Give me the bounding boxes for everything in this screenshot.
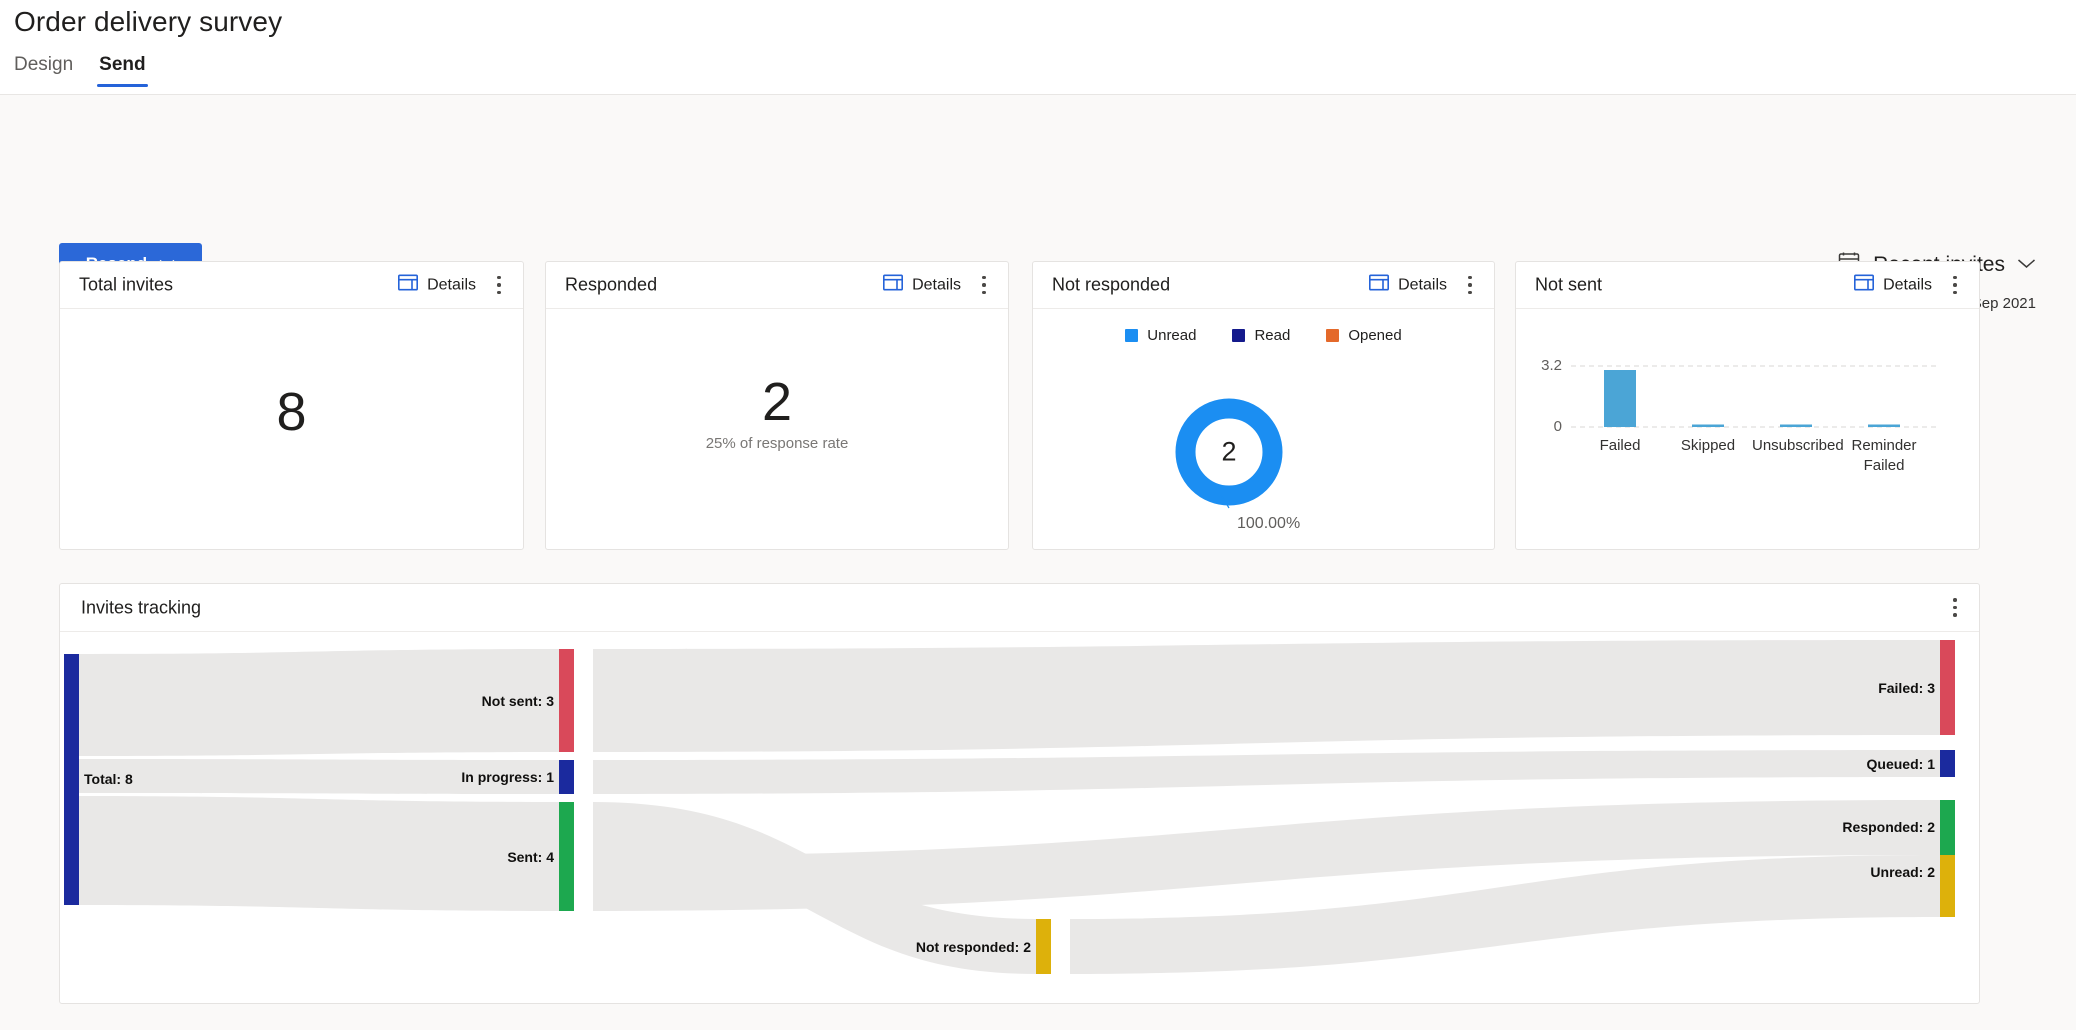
legend-label: Unread bbox=[1147, 327, 1196, 344]
tab-send[interactable]: Send bbox=[97, 52, 147, 87]
sankey-links bbox=[79, 640, 1940, 974]
sankey-node-label-in-progress: In progress: 1 bbox=[461, 769, 554, 785]
sankey-title: Invites tracking bbox=[81, 597, 201, 618]
card-title: Total invites bbox=[79, 275, 173, 296]
sankey-node-total bbox=[64, 654, 79, 905]
card-body: 2 25% of response rate bbox=[546, 309, 1008, 550]
x-label-reminder-failed: Reminder Failed bbox=[1840, 436, 1928, 476]
card-title: Responded bbox=[565, 275, 657, 296]
sankey-body: Total: 8 Not sent: 3 In progress: 1 Sent… bbox=[60, 632, 1979, 1004]
details-label: Details bbox=[1883, 276, 1932, 294]
panel-layout-icon bbox=[1369, 275, 1389, 296]
card-responded: Responded Details 2 25% of response rate bbox=[545, 261, 1009, 550]
tabstrip: Design Send bbox=[12, 52, 148, 87]
card-header: Total invites Details bbox=[60, 262, 523, 309]
link-total-sent bbox=[79, 796, 559, 911]
card-title: Not sent bbox=[1535, 275, 1602, 296]
card-header: Responded Details bbox=[546, 262, 1008, 309]
sankey-node-label-unread: Unread: 2 bbox=[1870, 864, 1935, 880]
sankey-node-label-not-sent: Not sent: 3 bbox=[482, 693, 555, 709]
bar-unsubscribed bbox=[1780, 425, 1812, 428]
not-sent-bar-chart: 3.2 0 Failed Skipped Unsubscribed Remind… bbox=[1516, 309, 1979, 550]
card-invites-tracking: Invites tracking bbox=[59, 583, 1980, 1004]
card-not-sent: Not sent Details bbox=[1515, 261, 1980, 550]
donut-legend: Unread Read Opened bbox=[1033, 327, 1494, 344]
bar-failed bbox=[1604, 370, 1636, 427]
legend-label: Read bbox=[1254, 327, 1290, 344]
card-body: 3.2 0 Failed Skipped Unsubscribed Remind… bbox=[1516, 309, 1979, 550]
sankey-node-in-progress bbox=[559, 760, 574, 794]
details-button-total-invites[interactable]: Details bbox=[398, 275, 476, 296]
responded-value: 2 bbox=[546, 375, 1008, 429]
card-title: Not responded bbox=[1052, 275, 1170, 296]
panel-layout-icon bbox=[1854, 275, 1874, 296]
more-vertical-icon[interactable] bbox=[489, 273, 509, 297]
legend-swatch bbox=[1125, 329, 1138, 342]
card-body: Unread Read Opened 2 100.00% bbox=[1033, 309, 1494, 550]
link-not-sent-failed bbox=[593, 640, 1940, 752]
sankey-node-not-responded bbox=[1036, 919, 1051, 974]
details-button-responded[interactable]: Details bbox=[883, 275, 961, 296]
x-label-failed: Failed bbox=[1576, 436, 1664, 456]
sankey-node-label-queued: Queued: 1 bbox=[1867, 756, 1936, 772]
command-bar: Resend Recent invites bbox=[0, 95, 2076, 225]
legend-label: Opened bbox=[1348, 327, 1401, 344]
card-header: Not sent Details bbox=[1516, 262, 1979, 309]
details-button-not-responded[interactable]: Details bbox=[1369, 275, 1447, 296]
legend-item-unread[interactable]: Unread bbox=[1125, 327, 1196, 344]
more-vertical-icon[interactable] bbox=[974, 273, 994, 297]
panel-layout-icon bbox=[883, 275, 903, 296]
legend-item-opened[interactable]: Opened bbox=[1326, 327, 1401, 344]
more-vertical-icon[interactable] bbox=[1945, 596, 1965, 620]
card-not-responded: Not responded Details Unread Read bbox=[1032, 261, 1495, 550]
sankey-node-label-responded: Responded: 2 bbox=[1842, 819, 1935, 835]
x-label-skipped: Skipped bbox=[1664, 436, 1752, 456]
legend-item-read[interactable]: Read bbox=[1232, 327, 1290, 344]
chevron-down-icon bbox=[2017, 256, 2036, 274]
total-invites-value: 8 bbox=[60, 385, 523, 439]
card-body: 8 bbox=[60, 309, 523, 550]
sankey-header: Invites tracking bbox=[60, 584, 1979, 632]
sankey-node-not-sent bbox=[559, 649, 574, 752]
panel-layout-icon bbox=[398, 275, 418, 296]
y-tick-0: 0 bbox=[1520, 418, 1562, 435]
responded-subtitle: 25% of response rate bbox=[546, 435, 1008, 452]
sankey-node-label-not-responded: Not responded: 2 bbox=[916, 939, 1031, 955]
sankey-node-unread bbox=[1940, 855, 1955, 917]
y-tick-3-2: 3.2 bbox=[1520, 357, 1562, 374]
donut-percent-label: 100.00% bbox=[1237, 515, 1300, 533]
sankey-node-queued bbox=[1940, 750, 1955, 777]
card-header: Not responded Details bbox=[1033, 262, 1494, 309]
sankey-node-failed bbox=[1940, 640, 1955, 735]
details-label: Details bbox=[912, 276, 961, 294]
sankey-node-label-total: Total: 8 bbox=[84, 771, 133, 787]
card-total-invites: Total invites Details 8 bbox=[59, 261, 524, 550]
donut-center-value: 2 bbox=[1221, 437, 1236, 468]
sankey-node-responded bbox=[1940, 800, 1955, 855]
bar-reminder-failed bbox=[1868, 425, 1900, 428]
donut-chart: 2 100.00% bbox=[1033, 357, 1494, 527]
link-in-progress-queued bbox=[593, 750, 1940, 794]
more-vertical-icon[interactable] bbox=[1460, 273, 1480, 297]
legend-swatch bbox=[1232, 329, 1245, 342]
sankey-node-sent bbox=[559, 802, 574, 911]
legend-swatch bbox=[1326, 329, 1339, 342]
x-label-unsubscribed: Unsubscribed bbox=[1752, 436, 1840, 456]
details-label: Details bbox=[427, 276, 476, 294]
page-title: Order delivery survey bbox=[14, 6, 282, 38]
bar-skipped bbox=[1692, 425, 1724, 428]
sankey-node-label-failed: Failed: 3 bbox=[1878, 680, 1935, 696]
tab-design[interactable]: Design bbox=[12, 52, 75, 87]
details-button-not-sent[interactable]: Details bbox=[1854, 275, 1932, 296]
app-header: Order delivery survey Design Send bbox=[0, 0, 2076, 95]
more-vertical-icon[interactable] bbox=[1945, 273, 1965, 297]
sankey-node-label-sent: Sent: 4 bbox=[507, 849, 554, 865]
details-label: Details bbox=[1398, 276, 1447, 294]
